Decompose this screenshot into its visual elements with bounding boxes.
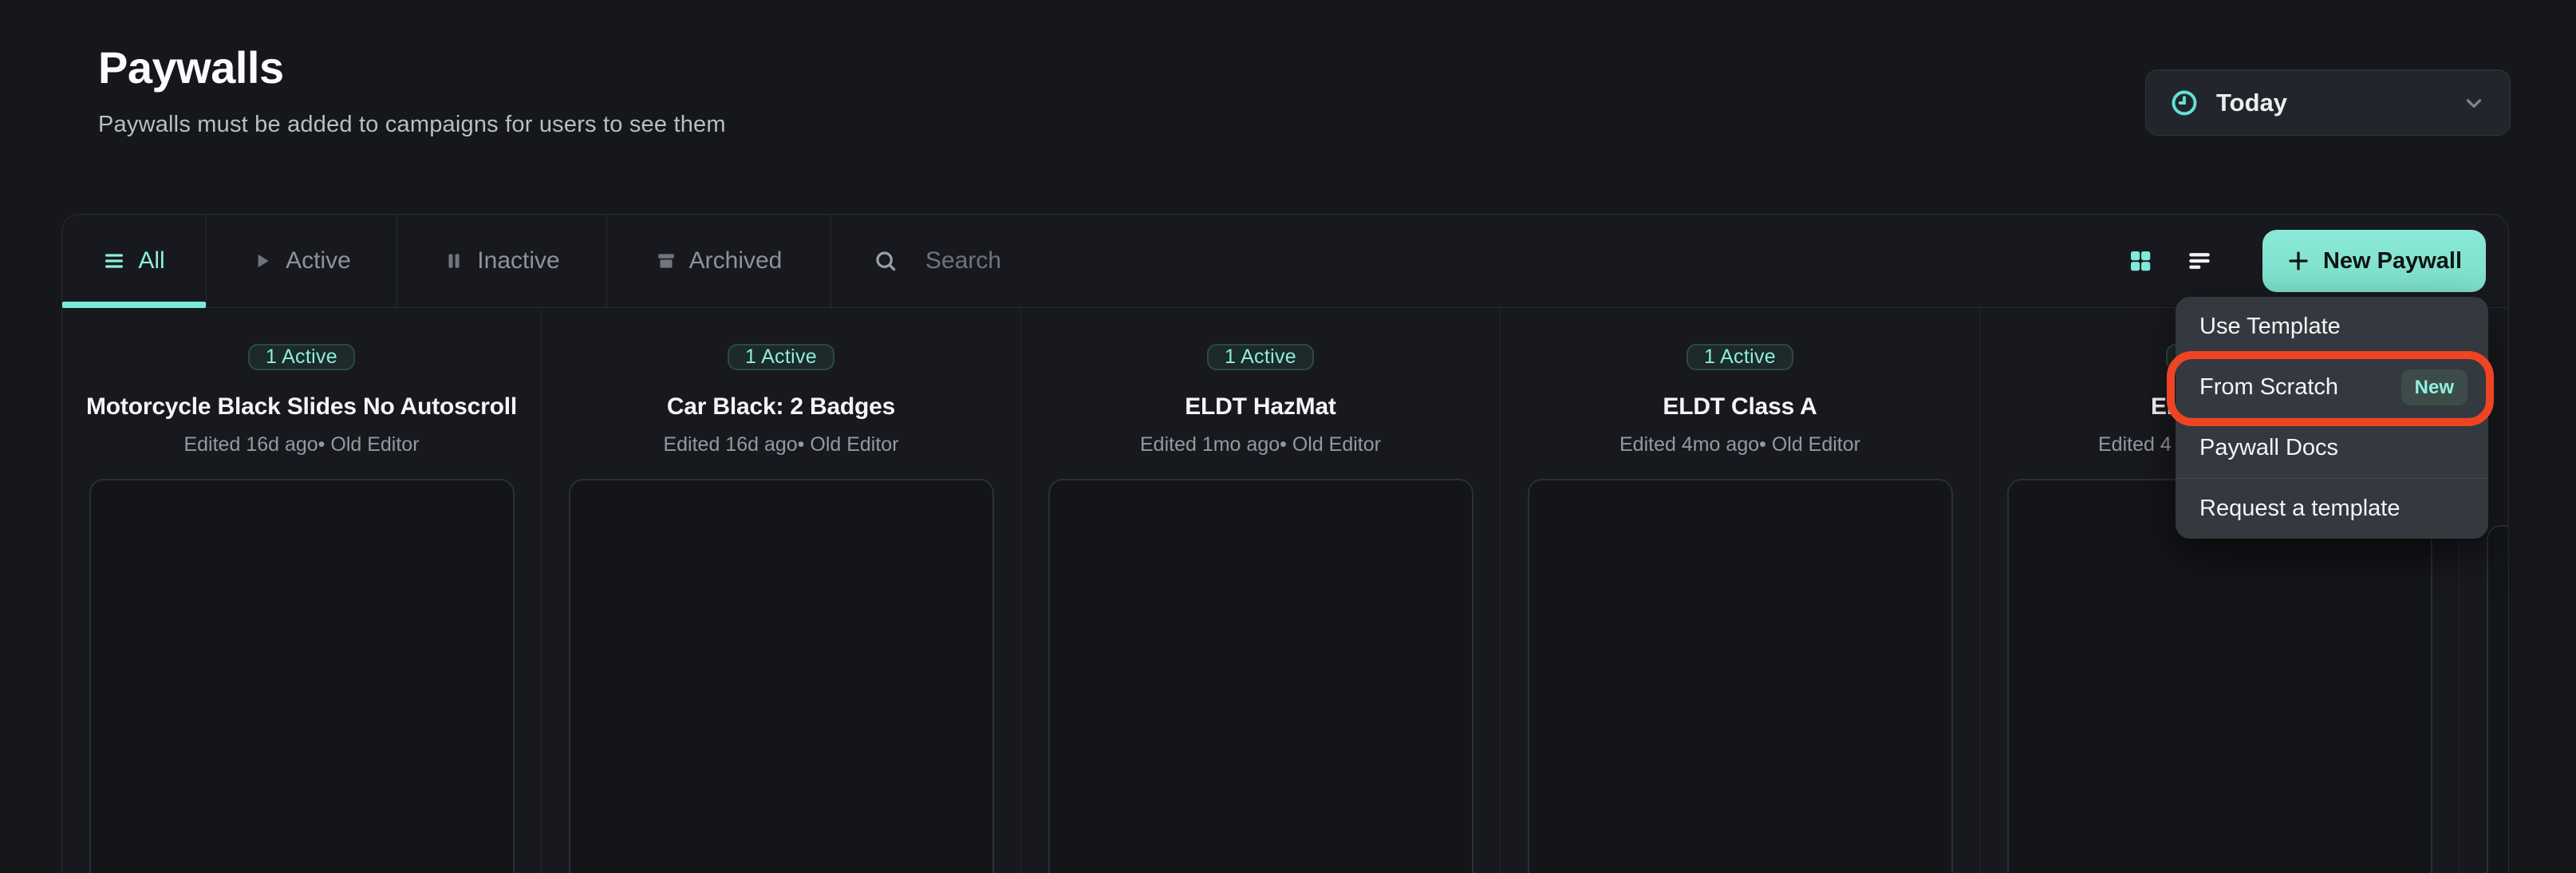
paywall-title: Motorcycle Black Slides No Autoscroll [62, 393, 541, 421]
clock-icon [2170, 89, 2199, 117]
tab-all[interactable]: All [62, 215, 207, 307]
paywall-title: ELDT HazMat [1021, 393, 1500, 421]
active-tab-underline [62, 302, 206, 308]
search-box [831, 215, 1278, 307]
tab-inactive[interactable]: Inactive [397, 215, 607, 307]
paywall-preview[interactable] [1048, 479, 1473, 873]
menu-item-from-scratch-label: From Scratch [2199, 374, 2338, 401]
paywall-card-grid: 1 Active Motorcycle Black Slides No Auto… [62, 308, 2508, 873]
status-badge: 1 Active [1207, 344, 1314, 370]
paywall-meta: Edited 16d ago• Old Editor [62, 433, 541, 456]
pause-icon [444, 251, 464, 271]
date-filter-label: Today [2216, 89, 2287, 117]
search-icon [873, 248, 898, 274]
list-lines-icon [103, 250, 125, 272]
tab-active[interactable]: Active [207, 215, 397, 307]
menu-item-use-template[interactable]: Use Template [2176, 297, 2488, 357]
paywall-preview [2487, 525, 2509, 873]
list-view-button[interactable] [2181, 243, 2218, 279]
date-filter-button[interactable]: Today [2145, 69, 2511, 136]
paywalls-panel: All Active Inactive [61, 214, 2509, 873]
list-view-icon [2186, 247, 2213, 275]
archive-icon [656, 251, 677, 271]
new-paywall-button[interactable]: New Paywall [2262, 230, 2486, 292]
paywall-meta: Edited 4mo ago• Old Editor [1501, 433, 1979, 456]
status-badge: 1 Active [248, 344, 355, 370]
new-paywall-menu: Use Template From Scratch New Paywall Do… [2176, 297, 2488, 539]
tabbar-spacer [1278, 215, 2122, 307]
tab-all-label: All [138, 247, 164, 275]
page-title: Paywalls [98, 41, 284, 93]
grid-view-icon [2128, 248, 2153, 274]
status-badge: 1 Active [728, 344, 834, 370]
paywall-card[interactable]: 1 Active ELDT HazMat Edited 1mo ago• Old… [1021, 308, 1501, 873]
search-input[interactable] [925, 247, 1213, 275]
page-subtitle: Paywalls must be added to campaigns for … [98, 112, 726, 138]
paywall-meta: Edited 16d ago• Old Editor [542, 433, 1020, 456]
tab-active-label: Active [286, 247, 351, 275]
plus-icon [2286, 249, 2310, 273]
tab-archived-label: Archived [689, 247, 783, 275]
menu-item-from-scratch[interactable]: From Scratch New [2176, 357, 2488, 417]
paywall-preview[interactable] [89, 479, 515, 873]
menu-item-request-template[interactable]: Request a template [2176, 479, 2488, 539]
paywalls-page: Paywalls Paywalls must be added to campa… [0, 0, 2576, 873]
paywall-card[interactable]: 1 Active Car Black: 2 Badges Edited 16d … [542, 308, 1021, 873]
paywall-meta: Edited 1mo ago• Old Editor [1021, 433, 1500, 456]
chevron-down-icon [2462, 91, 2486, 115]
paywall-title: ELDT Class A [1501, 393, 1979, 421]
paywall-card[interactable]: 1 Active ELDT Class A Edited 4mo ago• Ol… [1501, 308, 1980, 873]
new-badge: New [2401, 369, 2468, 405]
tab-inactive-label: Inactive [477, 247, 559, 275]
menu-item-paywall-docs[interactable]: Paywall Docs [2176, 418, 2488, 478]
grid-view-button[interactable] [2122, 243, 2159, 279]
new-paywall-label: New Paywall [2323, 248, 2462, 275]
status-badge: 1 Active [1686, 344, 1793, 370]
play-icon [252, 251, 273, 271]
paywall-title: Car Black: 2 Badges [542, 393, 1020, 421]
paywall-preview[interactable] [1528, 479, 1953, 873]
paywall-preview[interactable] [569, 479, 994, 873]
tab-bar: All Active Inactive [62, 215, 2508, 308]
tab-archived[interactable]: Archived [607, 215, 831, 307]
paywall-card[interactable]: 1 Active Motorcycle Black Slides No Auto… [62, 308, 542, 873]
